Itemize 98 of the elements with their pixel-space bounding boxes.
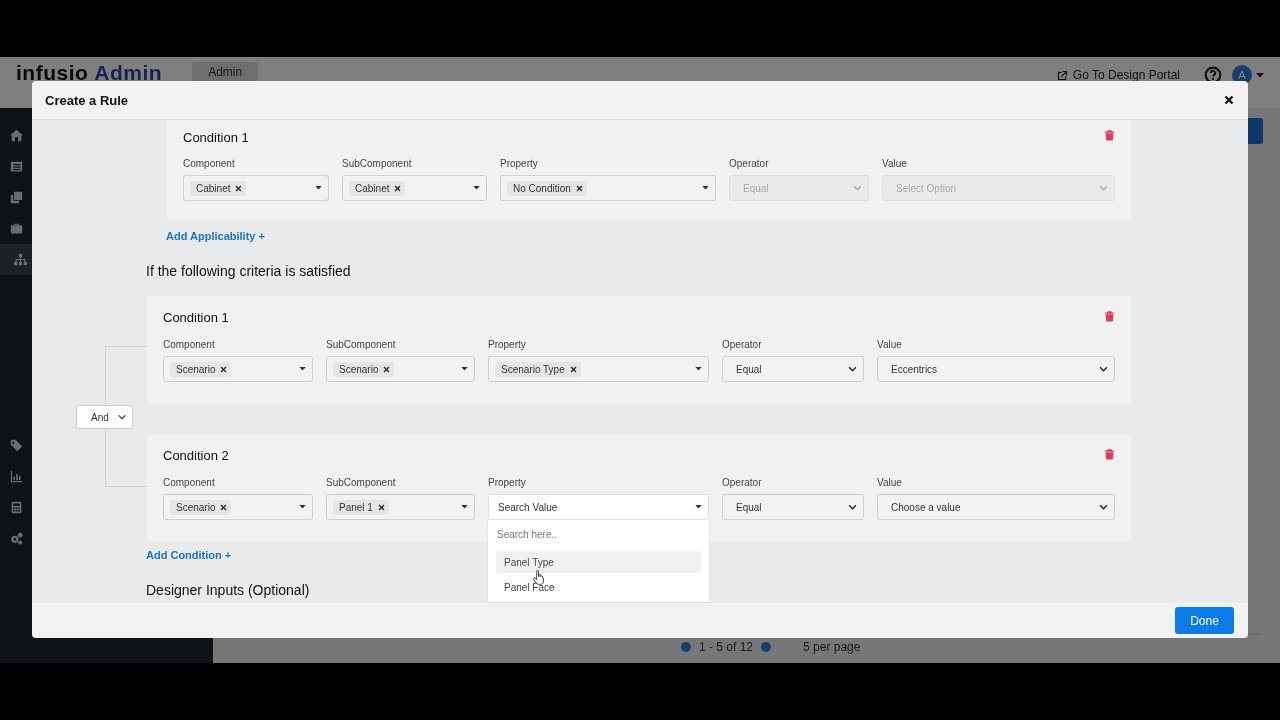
remove-icon[interactable] xyxy=(383,365,391,373)
trash-icon[interactable] xyxy=(1104,129,1115,141)
done-button[interactable]: Done xyxy=(1175,607,1234,634)
hand-pointer-icon xyxy=(533,570,544,585)
field-label: SubComponent xyxy=(326,477,397,489)
next-page-button[interactable] xyxy=(761,642,772,652)
chevron-icon xyxy=(848,504,857,510)
field-label: Component xyxy=(183,158,236,170)
field-label: Component xyxy=(163,477,216,489)
multi-select-field[interactable]: Scenario xyxy=(163,356,313,382)
menu-option[interactable]: Panel Face xyxy=(496,576,701,598)
select-field[interactable]: Eccentrics xyxy=(877,356,1115,382)
field-label: Property xyxy=(488,339,527,351)
portal-link[interactable]: Go To Design Portal xyxy=(1056,68,1180,82)
caret-icon xyxy=(299,367,306,371)
remove-icon[interactable] xyxy=(575,184,583,192)
section-heading: If the following criteria is satisfied xyxy=(146,263,351,280)
close-icon[interactable] xyxy=(1224,95,1234,105)
tag-chip[interactable]: Scenario Type xyxy=(495,361,581,377)
help-icon[interactable] xyxy=(1204,66,1222,84)
chevron-icon xyxy=(853,185,862,191)
chevron-icon xyxy=(848,366,857,372)
menu-search-field[interactable]: Search here.. xyxy=(488,520,709,548)
home-icon[interactable] xyxy=(9,129,23,142)
chevron-icon xyxy=(118,414,126,420)
caret-icon[interactable] xyxy=(1256,73,1264,78)
trash-icon[interactable] xyxy=(1104,310,1115,322)
sitemap-icon[interactable] xyxy=(13,253,27,266)
copy-icon[interactable] xyxy=(9,191,23,204)
tag-chip[interactable]: Scenario xyxy=(333,361,395,377)
field-label: Value xyxy=(877,339,903,351)
tag-chip[interactable]: Cabinet xyxy=(190,180,247,196)
field-label: Property xyxy=(488,477,527,489)
select-field[interactable]: Equal xyxy=(722,356,864,382)
condition-title: Condition 1 xyxy=(183,130,249,146)
remove-icon[interactable] xyxy=(569,365,577,373)
field-label: Operator xyxy=(722,339,763,351)
header-tab[interactable]: Admin xyxy=(192,62,259,82)
multi-select-field[interactable]: Scenario xyxy=(163,494,313,520)
field-label: SubComponent xyxy=(342,158,413,170)
briefcase-icon[interactable] xyxy=(9,222,23,235)
field-label: SubComponent xyxy=(326,339,397,351)
select-field[interactable]: Choose a value xyxy=(877,494,1115,520)
previous-page-button[interactable] xyxy=(681,642,691,652)
logo-text: infusio xyxy=(16,62,89,84)
chevron-icon xyxy=(1099,185,1108,191)
remove-icon[interactable] xyxy=(235,184,243,192)
remove-icon[interactable] xyxy=(220,365,228,373)
section-heading: Designer Inputs (Optional) xyxy=(146,582,310,599)
field-label: Operator xyxy=(722,477,763,489)
field-label: Property xyxy=(500,158,539,170)
add-applicability-link[interactable]: Add Applicability + xyxy=(166,229,265,243)
bar-chart-icon[interactable] xyxy=(9,470,23,483)
calculator-icon[interactable] xyxy=(9,501,23,514)
search-select-field[interactable]: Search Value xyxy=(488,494,709,520)
external-link-icon xyxy=(1056,69,1068,81)
chevron-icon xyxy=(1099,504,1108,510)
tag-chip[interactable]: No Condition xyxy=(507,180,587,196)
chevron-icon xyxy=(1099,366,1108,372)
field-label: Operator xyxy=(729,158,770,170)
condition-title: Condition 1 xyxy=(163,310,229,326)
multi-select-field[interactable]: No Condition xyxy=(500,175,716,201)
caret-icon xyxy=(315,186,322,190)
tag-chip[interactable]: Panel 1 xyxy=(333,499,389,515)
field-label: Value xyxy=(877,477,903,489)
caret-icon xyxy=(695,367,702,371)
multi-select-field[interactable]: Cabinet xyxy=(342,175,487,201)
caret-icon xyxy=(702,186,709,190)
remove-icon[interactable] xyxy=(377,503,385,511)
page-size: 5 per page xyxy=(803,640,861,654)
caret-icon xyxy=(461,505,468,509)
field-label: Value xyxy=(882,158,908,170)
dialog-title: Create a Rule xyxy=(45,92,130,108)
caret-icon xyxy=(299,505,306,509)
gears-icon[interactable] xyxy=(9,532,23,545)
remove-icon[interactable] xyxy=(394,184,402,192)
tag-icon[interactable] xyxy=(9,439,23,452)
select-field[interactable]: Equal xyxy=(722,494,864,520)
multi-select-field[interactable]: Scenario xyxy=(326,356,475,382)
caret-icon xyxy=(473,186,480,190)
add-condition-link[interactable]: Add Condition + xyxy=(146,548,232,562)
tag-chip[interactable]: Scenario xyxy=(170,361,232,377)
field-label: Component xyxy=(163,339,216,351)
multi-select-field[interactable]: Cabinet xyxy=(183,175,329,201)
caret-icon xyxy=(695,505,702,509)
multi-select-field[interactable]: Scenario Type xyxy=(488,356,709,382)
tag-chip[interactable]: Cabinet xyxy=(349,180,406,196)
tag-chip[interactable]: Scenario xyxy=(170,499,232,515)
caret-icon xyxy=(461,367,468,371)
joiner-select[interactable]: And xyxy=(76,405,133,429)
menu-option[interactable]: Panel Type xyxy=(496,551,701,573)
logo-text: Admin xyxy=(94,62,163,84)
page-range: 1 - 5 of 12 xyxy=(699,640,754,654)
remove-icon[interactable] xyxy=(220,503,228,511)
multi-select-field[interactable]: Panel 1 xyxy=(326,494,475,520)
list-icon[interactable] xyxy=(9,160,23,173)
trash-icon[interactable] xyxy=(1104,448,1115,460)
condition-title: Condition 2 xyxy=(163,448,229,464)
